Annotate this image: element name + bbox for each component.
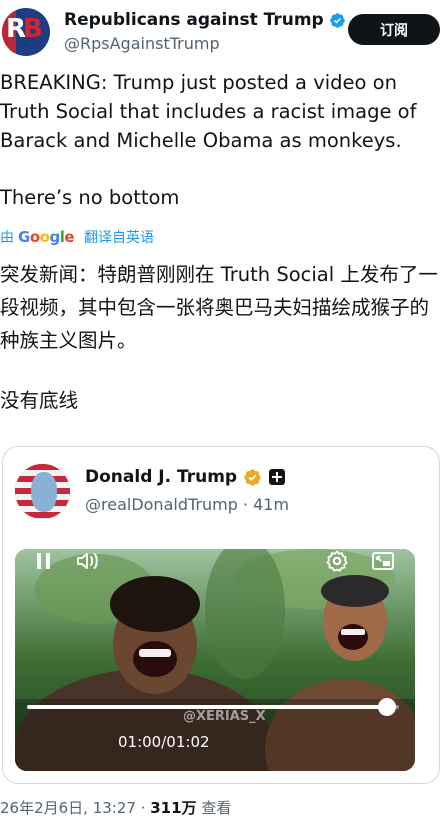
author-avatar[interactable]: RB — [2, 8, 50, 56]
quoted-post[interactable]: Donald J. Trump @realDonaldTrump · 41m @… — [2, 446, 440, 784]
pause-icon[interactable] — [35, 549, 53, 573]
tweet-text-en: BREAKING: Trump just posted a video on T… — [0, 68, 445, 155]
video-time: 01:00/01:02 — [118, 733, 210, 751]
translate-by: 由 — [0, 230, 14, 246]
tweet-footer: 26年2月6日, 13:27 · 311万 查看 — [0, 797, 231, 818]
tweet-paragraph-2: There’s no bottom — [0, 186, 180, 209]
video-player[interactable]: @XERIAS_X 01:00/01:02 — [15, 549, 415, 771]
avatar-face — [31, 472, 57, 512]
quoted-name-row: Donald J. Trump — [85, 467, 286, 487]
views-label: 查看 — [196, 799, 232, 817]
translate-action: 翻译自英语 — [84, 230, 155, 246]
gold-badge-icon — [244, 468, 261, 486]
pip-icon[interactable] — [371, 549, 395, 573]
post-date[interactable]: 26年2月6日, 13:27 · — [0, 799, 150, 817]
video-progress-bar[interactable] — [27, 698, 399, 716]
video-watermark: @XERIAS_X — [183, 709, 266, 724]
video-progress-fill — [27, 705, 388, 709]
volume-icon[interactable] — [75, 549, 101, 573]
author-handle[interactable]: @RpsAgainstTrump — [64, 34, 220, 53]
video-frame — [15, 549, 415, 771]
author-name-row: Republicans against Trump — [64, 10, 346, 30]
translate-link[interactable]: 由 Google 翻译自英语 — [0, 227, 154, 247]
tweet-text-zh: 突发新闻：特朗普刚刚在 Truth Social 上发布了一段视频，其中包含一张… — [0, 263, 438, 352]
video-progress-thumb[interactable] — [378, 698, 397, 716]
video-total-time: 01:02 — [166, 733, 210, 751]
tweet-text-zh-2: 没有底线 — [0, 389, 79, 412]
view-count: 311万 — [150, 799, 197, 817]
follow-button[interactable]: 订阅 — [348, 14, 440, 45]
quoted-name[interactable]: Donald J. Trump — [85, 467, 237, 487]
google-logo-icon: Google — [18, 228, 75, 246]
avatar-logo: RB — [6, 14, 43, 44]
quoted-handle-time[interactable]: @realDonaldTrump · 41m — [85, 495, 289, 514]
settings-icon[interactable] — [325, 549, 349, 573]
author-name[interactable]: Republicans against Trump — [64, 10, 324, 30]
video-current-time: 01:00 — [118, 733, 162, 751]
tweet-paragraph-1: BREAKING: Trump just posted a video on T… — [0, 71, 417, 152]
plus-badge-icon — [269, 469, 286, 485]
tweet-header: RB Republicans against Trump @RpsAgainst… — [0, 0, 447, 62]
verified-badge-icon — [329, 12, 345, 28]
quoted-avatar[interactable] — [15, 464, 70, 519]
